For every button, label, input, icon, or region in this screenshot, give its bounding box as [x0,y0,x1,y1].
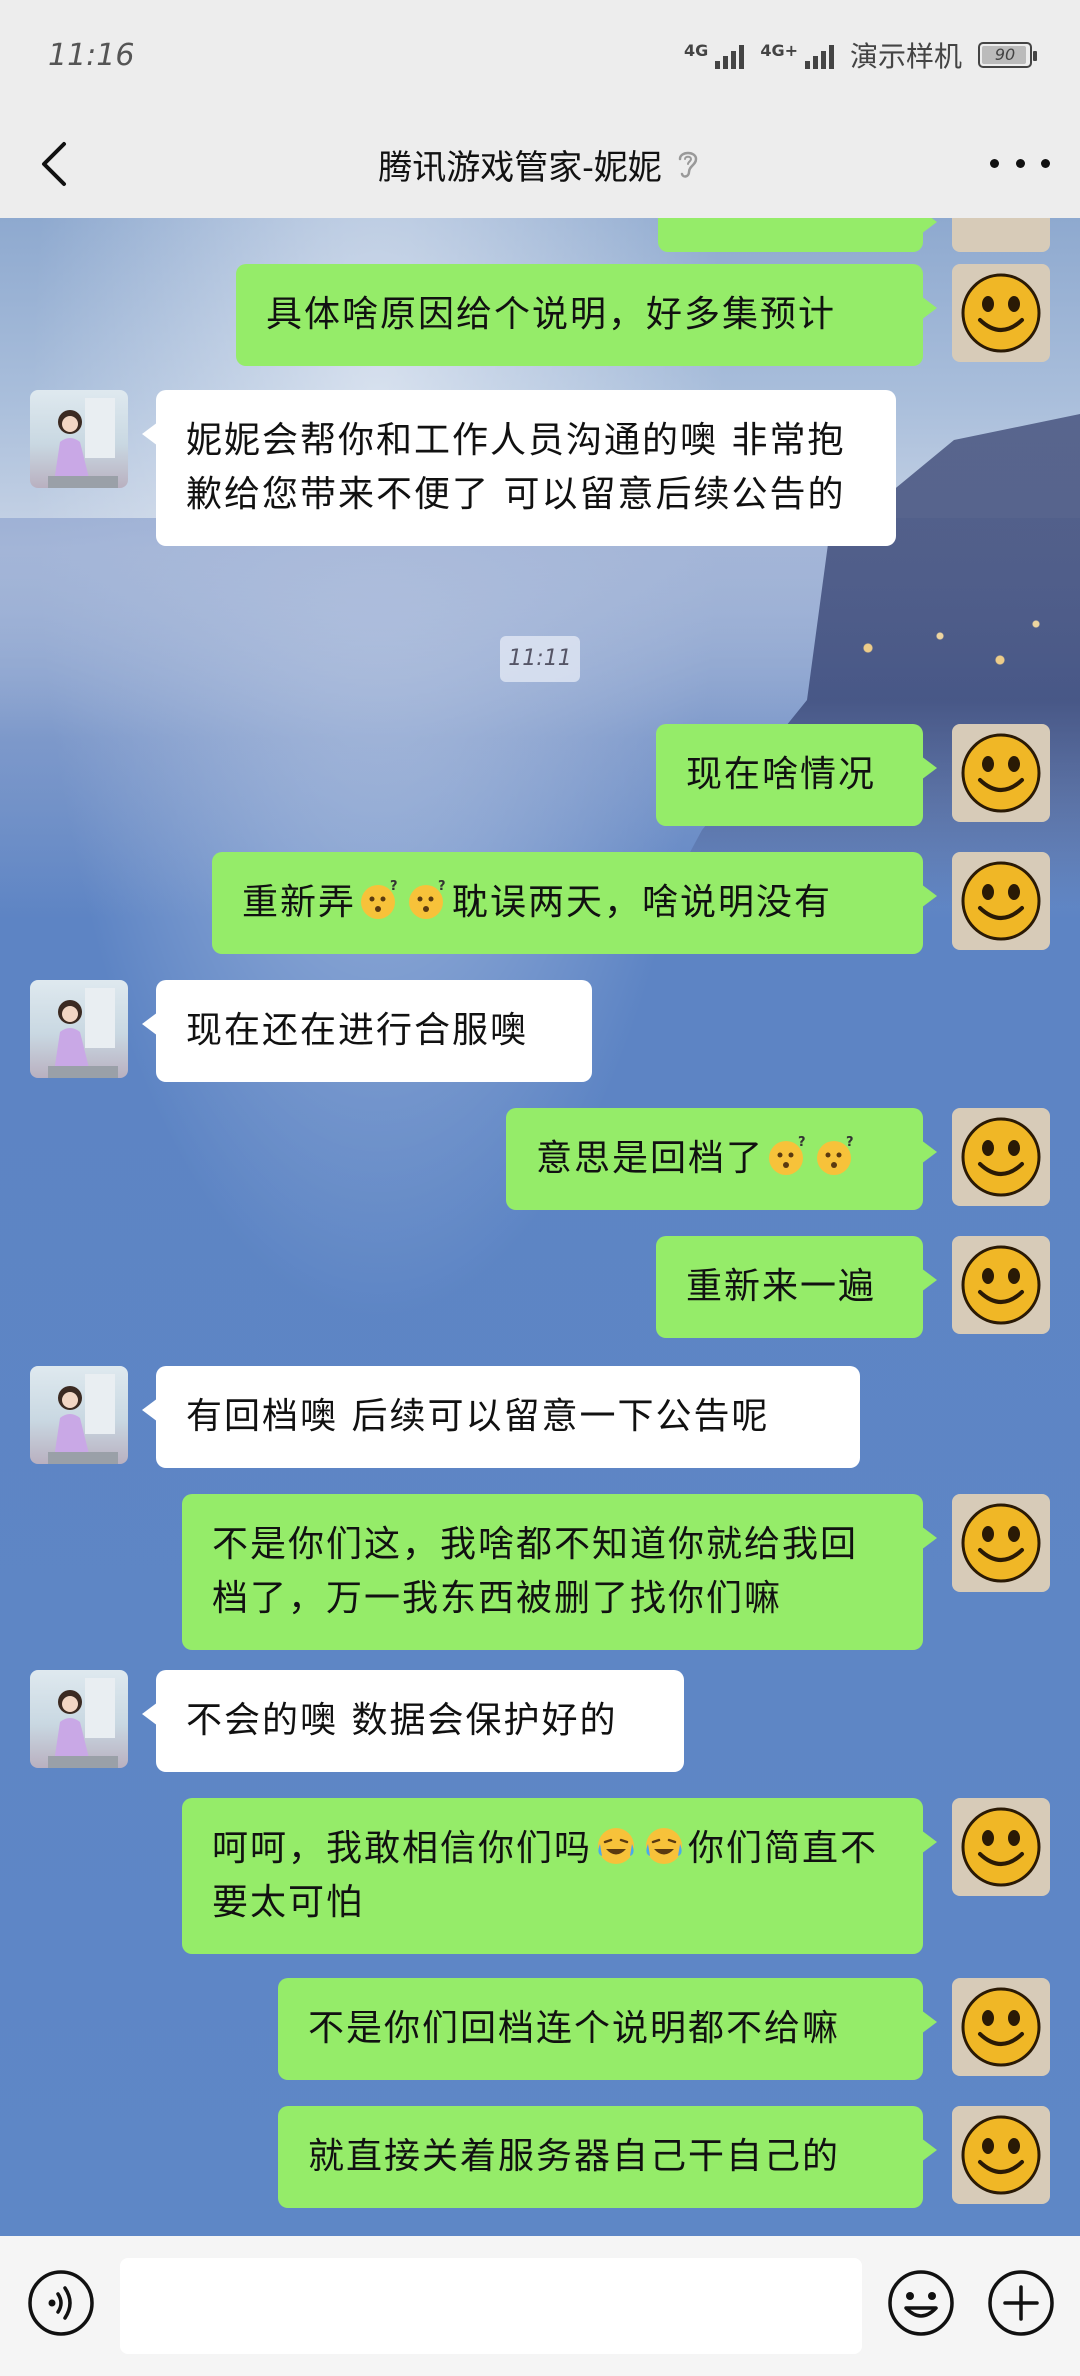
message-bubble: 具体啥原因给个说明，好多集预计 [236,264,937,366]
smiley-avatar-icon [961,1245,1041,1325]
ear-icon [678,151,698,178]
battery-level: 90 [994,45,1016,64]
chat-title: 腾讯游戏管家-妮妮 [378,140,702,189]
crying-laughing-emoji-icon [598,1828,635,1864]
smiley-avatar-icon [961,1987,1041,2067]
user-avatar[interactable] [952,1236,1050,1334]
message-input[interactable] [120,2258,862,2354]
user-avatar[interactable] [952,1798,1050,1896]
smiley-avatar-icon [961,1117,1041,1197]
message-bubble: 重新来一遍 [656,1236,937,1338]
signal-icon-2: 4G+ [760,41,834,69]
smiley-avatar-icon [961,733,1041,813]
girl-photo-icon [48,398,118,488]
user-avatar[interactable] [952,264,1050,362]
message-bubble: 妮妮会帮你和工作人员沟通的噢 非常抱歉给您带来不便了 可以留意后续公告的 [142,390,896,546]
user-avatar[interactable] [952,1978,1050,2076]
message-timestamp: 11:11 [500,636,580,682]
voice-input-icon[interactable] [26,2268,96,2338]
user-avatar[interactable] [952,1108,1050,1206]
user-avatar[interactable] [952,2106,1050,2204]
thinking-question-emoji-icon: ? [409,879,448,919]
svg-text:?: ? [846,1135,856,1150]
user-avatar[interactable] [952,852,1050,950]
smiley-avatar-icon [961,273,1041,353]
signal-icon: 4G [684,41,745,69]
chat-header: 腾讯游戏管家-妮妮 [0,110,1080,218]
girl-photo-icon [48,988,118,1078]
status-indicators: 4G 4G+ 演示样机 90 [684,35,1037,75]
back-arrow-icon[interactable] [30,138,82,190]
message-bubble: 呵呵，我敢相信你们吗 你们简直不要太可怕 [182,1798,937,1954]
page-title: 腾讯游戏管家-妮妮 [378,147,662,188]
contact-avatar[interactable] [30,1670,128,1768]
more-functions-plus-icon[interactable] [986,2268,1056,2338]
smiley-avatar-icon [961,1503,1041,1583]
message-bubble: 就直接关着服务器自己干自己的 [278,2106,937,2208]
girl-photo-icon [48,1374,118,1464]
smiley-avatar-icon [961,861,1041,941]
carrier-label: 演示样机 [849,40,962,73]
battery-icon: 90 [978,42,1037,68]
message-bubble: 重新弄?? 耽误两天，啥说明没有 [212,852,937,954]
user-avatar[interactable] [952,1494,1050,1592]
message-bubble: 现在还在进行合服噢 [142,980,592,1082]
message-bubble-partial [658,218,937,252]
svg-text:?: ? [390,879,400,894]
thinking-question-emoji-icon: ? [817,1135,856,1175]
user-avatar[interactable] [952,724,1050,822]
crying-laughing-emoji-icon [646,1828,683,1864]
status-time: 11:16 [48,37,135,73]
user-avatar [952,218,1050,252]
smiley-avatar-icon [961,2115,1041,2195]
thinking-question-emoji-icon: ? [769,1135,808,1175]
message-bubble: 不是你们回档连个说明都不给嘛 [278,1978,937,2080]
message-bubble: 不会的噢 数据会保护好的 [142,1670,684,1772]
contact-avatar[interactable] [30,980,128,1078]
chat-area[interactable]: 具体啥原因给个说明，好多集预计 妮妮会帮你和工作人员沟通的噢 非常抱歉给您带来不… [0,218,1080,2236]
contact-avatar[interactable] [30,1366,128,1464]
background-lights [820,588,1060,708]
message-input-bar [0,2236,1080,2376]
girl-photo-icon [48,1678,118,1768]
message-bubble: 有回档噢 后续可以留意一下公告呢 [142,1366,860,1468]
message-bubble: 现在啥情况 [656,724,937,826]
svg-text:?: ? [438,879,448,894]
status-bar: 11:16 4G 4G+ 演示样机 90 [0,0,1080,110]
contact-avatar[interactable] [30,390,128,488]
smiley-avatar-icon [961,1807,1041,1887]
more-options-icon[interactable] [990,148,1050,178]
svg-text:?: ? [798,1135,808,1150]
message-bubble: 不是你们这，我啥都不知道你就给我回档了，万一我东西被删了找你们嘛 [182,1494,937,1650]
emoji-picker-icon[interactable] [886,2268,956,2338]
message-bubble: 意思是回档了?? [506,1108,937,1210]
thinking-question-emoji-icon: ? [361,879,400,919]
